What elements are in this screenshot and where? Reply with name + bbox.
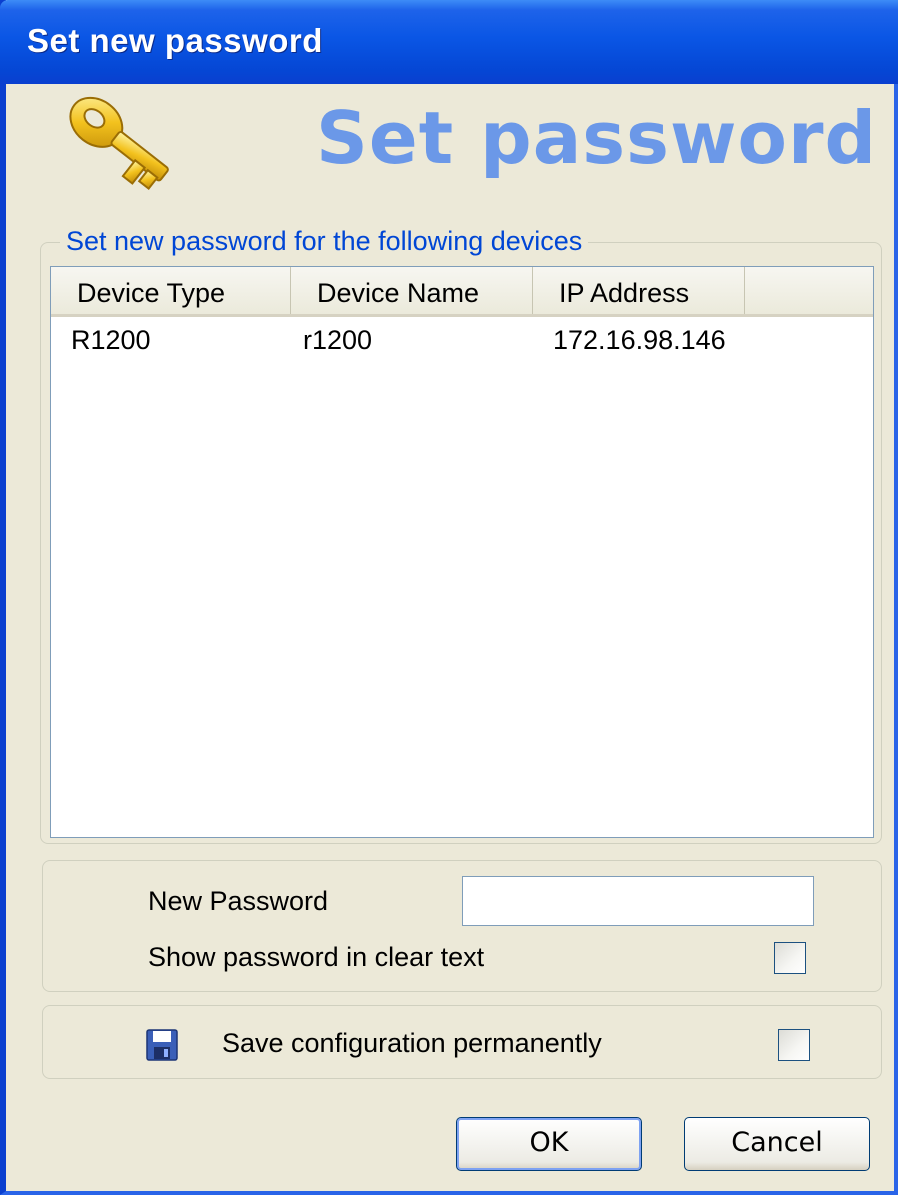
save-configuration-checkbox[interactable] — [778, 1029, 810, 1061]
cell-device-name: r1200 — [303, 325, 373, 355]
cell-ip-address: 172.16.98.146 — [553, 325, 726, 355]
device-list[interactable]: Device Type Device Name IP Address R1200… — [50, 266, 874, 838]
new-password-label: New Password — [148, 886, 329, 916]
list-header: Device Type Device Name IP Address — [51, 267, 873, 317]
dialog-window: Set new password Set password Set new pa… — [0, 0, 898, 1195]
floppy-disk-icon — [146, 1029, 178, 1061]
window-title: Set new password — [27, 22, 323, 59]
cancel-button[interactable]: Cancel — [684, 1117, 870, 1171]
banner-title: Set password — [316, 96, 878, 180]
cell-device-type: R1200 — [71, 325, 151, 355]
show-clear-text-checkbox[interactable] — [774, 942, 806, 974]
key-icon — [69, 96, 169, 191]
show-clear-text-label: Show password in clear text — [148, 942, 485, 972]
save-configuration-label: Save configuration permanently — [222, 1028, 602, 1058]
title-bar[interactable]: Set new password — [0, 0, 898, 84]
ok-button[interactable]: OK — [456, 1117, 642, 1171]
column-header-device-name[interactable]: Device Name — [291, 267, 533, 314]
list-item[interactable]: R1200 r1200 172.16.98.146 — [51, 321, 873, 361]
column-header-ip-address[interactable]: IP Address — [533, 267, 745, 314]
devices-group-title: Set new password for the following devic… — [60, 226, 589, 257]
new-password-input[interactable] — [462, 876, 814, 926]
column-header-device-type[interactable]: Device Type — [51, 267, 291, 314]
